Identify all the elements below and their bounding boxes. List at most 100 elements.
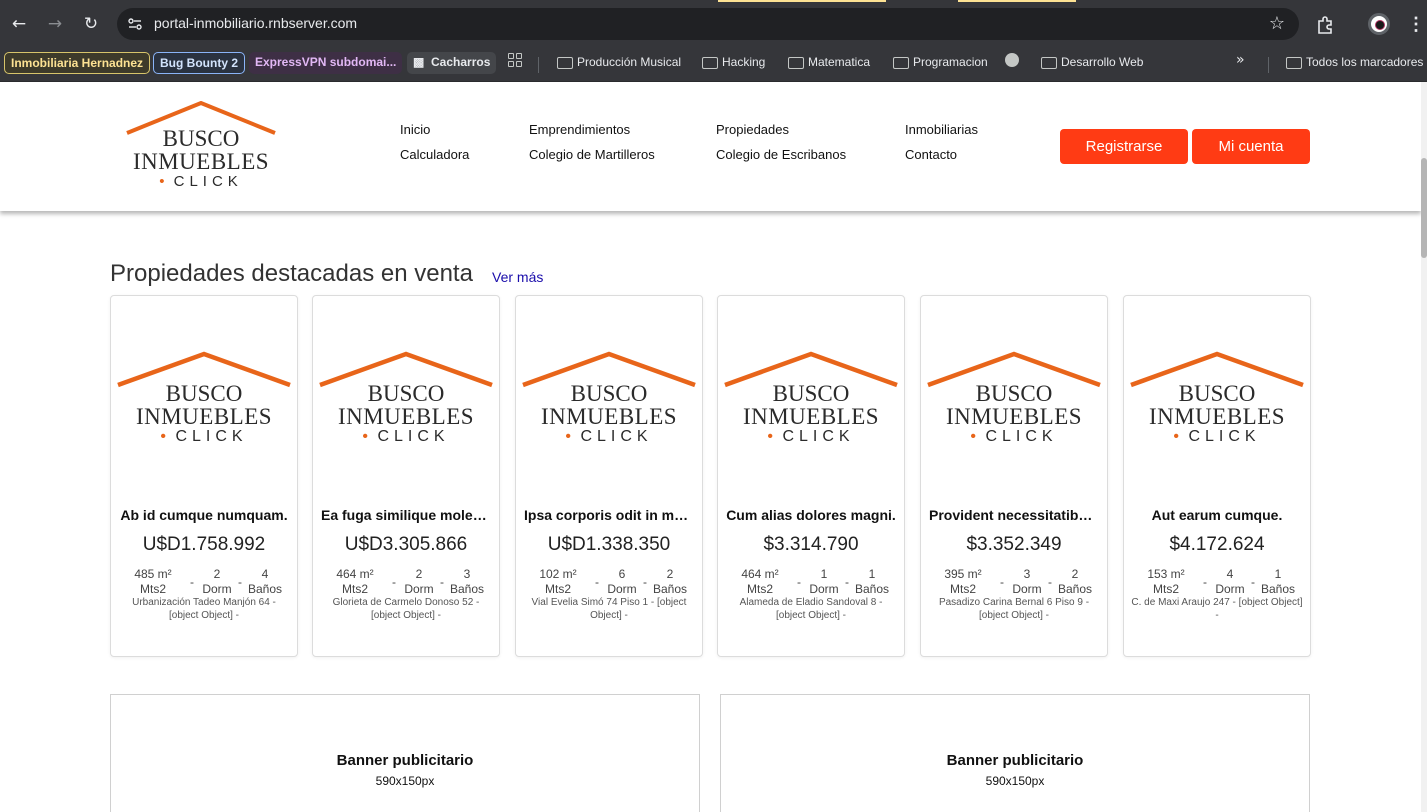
folder-todos-los-marcadores[interactable]: Todos los marcadores [1284,52,1423,74]
property-image[interactable]: BUSCO INMUEBLES • CLICK [318,350,494,446]
baths-unit: Baños [652,582,688,596]
property-baths: 1 Baños [1254,567,1302,597]
area-value: 153 m² [1147,567,1185,581]
profile-icon[interactable] [1368,13,1390,35]
back-icon[interactable]: ← [7,12,31,36]
area-unit: Mts2 [544,582,571,596]
property-area: 464 m² Mts2 [736,567,784,597]
property-image[interactable]: BUSCO INMUEBLES • CLICK [521,350,697,446]
ad-banner[interactable]: Banner publicitario 590x150px [720,694,1310,812]
property-card[interactable]: BUSCO INMUEBLES • CLICK Ipsa corporis odit … [515,295,703,657]
nav-calculadora[interactable]: Calculadora [400,147,469,162]
folder-programacion[interactable]: Programacion [891,52,988,74]
property-baths: 2 Baños [1051,567,1099,597]
logo-click: • CLICK [723,429,899,445]
rooms-value: 1 [820,567,828,581]
nav-propiedades[interactable]: Propiedades [716,122,789,137]
logo-dot-icon: • [970,428,977,445]
property-image[interactable]: BUSCO INMUEBLES • CLICK [926,350,1102,446]
logo-inmuebles: INMUEBLES [337,404,475,429]
site-logo[interactable]: BUSCO INMUEBLES • CLICK [125,101,277,189]
logo-dot-icon: • [159,173,165,190]
folder-desarrollo-web[interactable]: Desarrollo Web [1039,52,1143,74]
logo-inmuebles: INMUEBLES [135,404,273,429]
nav-emprendimientos[interactable]: Emprendimientos [529,122,630,137]
baths-value: 3 [463,567,471,581]
scrollbar-thumb[interactable] [1421,158,1427,258]
page-scrollbar[interactable] [1421,82,1427,812]
apps-icon[interactable] [508,53,522,67]
property-image[interactable]: BUSCO INMUEBLES • CLICK [116,350,292,446]
bookmark-expressvpn[interactable]: ExpressVPN subdomai... [249,52,403,74]
property-title[interactable]: Aut earum cumque. [1132,507,1302,523]
folder-hacking[interactable]: Hacking [700,52,765,74]
property-title[interactable]: Ipsa corporis odit in maxime. [524,507,694,523]
nav-contacto[interactable]: Contacto [905,147,957,162]
rooms-value: 6 [618,567,626,581]
my-account-button[interactable]: Mi cuenta [1192,129,1310,164]
property-price: $3.314.790 [763,534,859,555]
baths-unit: Baños [1260,582,1296,596]
logo-click-text: CLICK [580,428,653,445]
property-card[interactable]: BUSCO INMUEBLES • CLICK Cum alias dolores m… [717,295,905,657]
property-title[interactable]: Ab id cumque numquam. [119,507,289,523]
logo-click: • CLICK [926,429,1102,445]
ad-banner[interactable]: Banner publicitario 590x150px [110,694,700,812]
area-value: 395 m² [944,567,982,581]
property-baths: 3 Baños [443,567,491,597]
property-rooms: 1 Dorm [800,567,848,597]
property-card[interactable]: BUSCO INMUEBLES • CLICK Ab id cumque numqua… [110,295,298,657]
area-value: 464 m² [741,567,779,581]
property-rooms: 6 Dorm [598,567,646,597]
property-card[interactable]: BUSCO INMUEBLES • CLICK Provident necessita… [920,295,1108,657]
register-button[interactable]: Registrarse [1060,129,1188,164]
page-viewport: BUSCO INMUEBLES • CLICK Inicio Calculado… [0,82,1427,812]
url-text[interactable]: portal-inmobiliario.rnbserver.com [154,15,357,31]
nav-colegio-escribanos[interactable]: Colegio de Escribanos [716,147,846,162]
property-image[interactable]: BUSCO INMUEBLES • CLICK [723,350,899,446]
property-address: Glorieta de Carmelo Donoso 52 - [object … [332,597,480,621]
reload-icon[interactable]: ↻ [79,12,103,36]
baths-value: 2 [666,567,674,581]
property-image[interactable]: BUSCO INMUEBLES • CLICK [1129,350,1305,446]
forward-icon[interactable]: → [43,12,67,36]
rooms-value: 2 [213,567,221,581]
area-value: 485 m² [134,567,172,581]
extensions-icon[interactable] [1314,13,1336,35]
star-icon[interactable]: ☆ [1269,13,1285,34]
nav-colegio-martilleros[interactable]: Colegio de Martilleros [529,147,655,162]
folder-produccion-musical[interactable]: Producción Musical [555,52,681,74]
logo-click-text: CLICK [985,428,1058,445]
bookmark-bug-bounty[interactable]: Bug Bounty 2 [153,52,245,74]
logo-click: • CLICK [116,429,292,445]
logo-inmuebles: INMUEBLES [742,404,880,429]
property-price: $3.352.349 [966,534,1062,555]
address-bar[interactable]: portal-inmobiliario.rnbserver.com ☆ [117,8,1299,40]
property-title[interactable]: Ea fuga similique molestiae. [321,507,491,523]
property-card[interactable]: BUSCO INMUEBLES • CLICK Aut earum cumque. $4… [1123,295,1311,657]
more-bookmarks-icon[interactable]: » [1236,52,1245,68]
property-address: Pasadizo Carina Bernal 6 Piso 9 - [objec… [938,597,1090,621]
logo-busco: BUSCO [162,126,240,151]
folder-matematica[interactable]: Matematica [786,52,870,74]
rooms-unit: Dorm [1215,582,1245,596]
property-area: 485 m² Mts2 [129,567,177,597]
property-card[interactable]: BUSCO INMUEBLES • CLICK Ea fuga similique m… [312,295,500,657]
logo-busco: BUSCO [1178,381,1256,406]
menu-icon[interactable]: ⋮ [1407,12,1425,36]
see-more-link[interactable]: Ver más [492,269,543,285]
area-unit: Mts2 [746,582,773,596]
site-info-icon[interactable] [127,16,143,32]
logo-busco: BUSCO [975,381,1053,406]
globe-icon[interactable] [1005,53,1019,67]
logo-click: • CLICK [318,429,494,445]
property-rooms: 3 Dorm [1003,567,1051,597]
baths-unit: Baños [247,582,283,596]
nav-inicio[interactable]: Inicio [400,122,430,137]
bookmark-cacharros[interactable]: ▩ Cacharros [407,52,497,74]
property-title[interactable]: Cum alias dolores magni. [726,507,896,523]
baths-unit: Baños [1057,582,1093,596]
bookmark-inmobiliaria-hernadnez[interactable]: Inmobiliaria Hernadnez [4,52,151,74]
nav-inmobiliarias[interactable]: Inmobiliarias [905,122,978,137]
property-title[interactable]: Provident necessitatibus quos. [929,507,1099,523]
